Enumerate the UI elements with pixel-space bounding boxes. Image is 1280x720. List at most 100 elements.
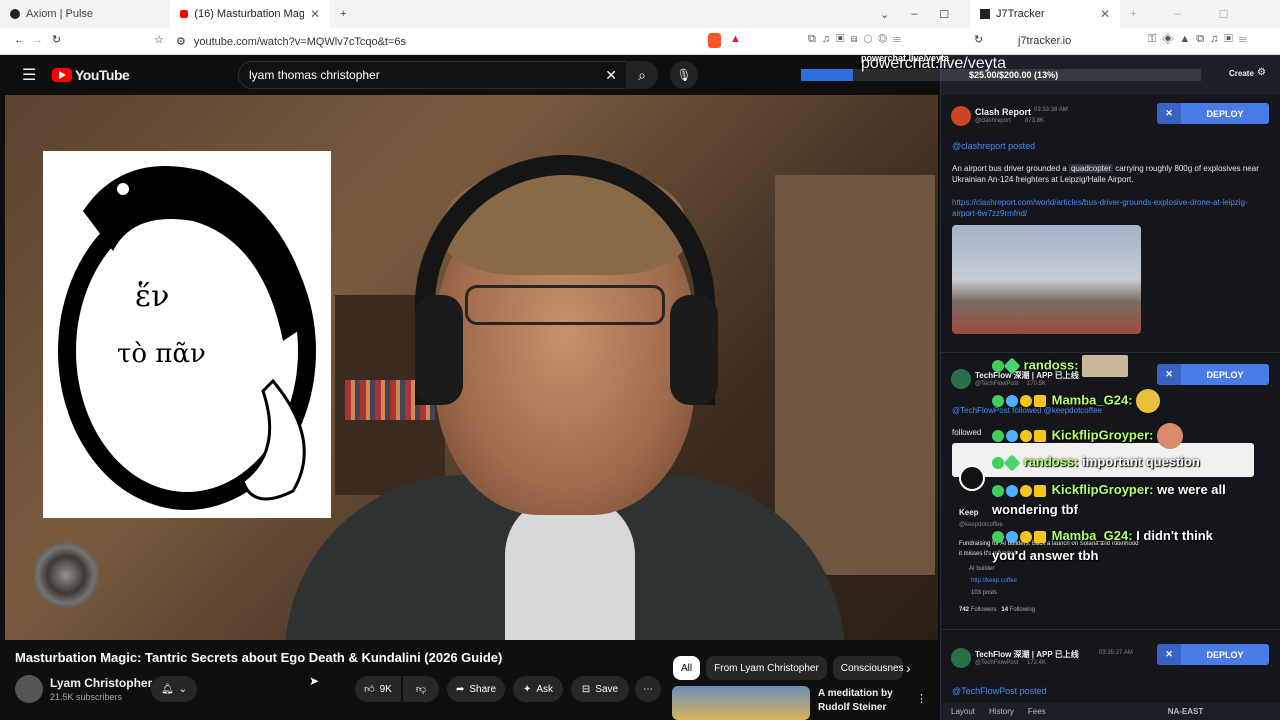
post-followers: 873.8K	[1025, 118, 1045, 124]
subscriber-count: 21.5K subscribers	[50, 692, 123, 702]
post-handle: @TechFlowPost	[975, 381, 1019, 387]
maximize-icon[interactable]: ☐	[939, 8, 949, 21]
save-button[interactable]: ⊟ Save	[571, 676, 629, 702]
mod-icon	[992, 360, 1004, 372]
like-button[interactable]: 👍︎ 9K	[355, 676, 401, 702]
more-icon: ⋯	[643, 683, 653, 695]
chat-message: KickflipGroyper: we were all	[992, 482, 1226, 497]
layout-tab[interactable]: Layout	[951, 707, 975, 716]
channel-row: Lyam Christopher 21.5K subscribers 🔔︎ ⌄ 👍…	[15, 674, 675, 704]
j7tracker-panel: powerchat.live/veyta powerchat.live/veyt…	[801, 53, 1280, 720]
search-button[interactable]: ⌕	[626, 61, 658, 89]
deploy-button[interactable]: ✕ DEPLOY	[1157, 103, 1269, 124]
clear-search-icon[interactable]: ✕	[605, 67, 617, 84]
budget-text: $25.00/$200.00 (13%)	[969, 70, 1059, 80]
more-actions-button[interactable]: ⋯	[635, 676, 661, 702]
recommended-title-2: Rudolf Steiner	[818, 702, 887, 713]
history-tab[interactable]: History	[989, 707, 1014, 716]
deploy-label: DEPLOY	[1206, 108, 1244, 119]
tab-axiom-label: Axiom | Pulse	[26, 8, 94, 20]
ask-button[interactable]: ✦ Ask	[513, 676, 563, 702]
dislike-button[interactable]: 👎︎	[403, 676, 439, 702]
deploy-label: DEPLOY	[1206, 369, 1244, 380]
fees-tab[interactable]: Fees	[1028, 707, 1046, 716]
close-icon[interactable]: ✕	[1157, 364, 1181, 385]
youtube-wordmark: YouTube	[75, 67, 130, 83]
reload-icon[interactable]: ↻	[52, 33, 61, 46]
more-icon[interactable]: ⋮	[916, 692, 927, 705]
maximize-icon[interactable]: ☐	[1219, 8, 1229, 21]
window-controls-left: ⌄ – ☐	[870, 0, 970, 28]
deploy-button[interactable]: ✕ DEPLOY	[1157, 644, 1269, 665]
minimize-icon[interactable]: –	[1174, 8, 1180, 20]
close-icon[interactable]: ✕	[1157, 644, 1181, 665]
post-link[interactable]: https://clashreport.com/world/articles/b…	[952, 197, 1262, 219]
share-button[interactable]: ➦ Share	[447, 676, 505, 702]
voice-search-button[interactable]: 🎙	[670, 61, 698, 89]
brave-shield-icon[interactable]	[708, 33, 721, 48]
video-player[interactable]: ἕν τὸ πᾶν	[5, 95, 938, 640]
minimize-icon[interactable]: –	[911, 8, 917, 20]
j7-icon	[980, 9, 990, 19]
new-tab-icon[interactable]: +	[1130, 8, 1136, 20]
badge-icon	[1020, 484, 1032, 497]
url-text: youtube.com/watch?v=MQWlv7cTcqo&t=6s	[193, 35, 407, 48]
recommended-title-1: A meditation by	[818, 688, 893, 699]
address-bar: ← → ↻ ☆ ⚙ youtube.com/watch?v=MQWlv7cTcq…	[0, 28, 1280, 55]
notification-bell-button[interactable]: 🔔︎ ⌄	[151, 676, 197, 702]
close-icon[interactable]: ✕	[1157, 103, 1181, 124]
save-label: Save	[595, 683, 619, 695]
keep-link[interactable]: http://keep.coffee	[971, 576, 1017, 587]
url-text-right[interactable]: j7tracker.io	[1018, 35, 1071, 47]
microphone-icon: 🎙	[676, 68, 692, 82]
tab-j7tracker[interactable]: J7Tracker ✕	[970, 0, 1120, 28]
person-tshirt	[505, 495, 635, 640]
post-image[interactable]	[952, 225, 1141, 334]
channel-name[interactable]: Lyam Christopher	[50, 676, 152, 690]
new-tab-button[interactable]: +	[330, 0, 354, 28]
create-button[interactable]: Create	[1229, 69, 1254, 78]
tab-youtube[interactable]: (16) Masturbation Magic: Tant ✕	[170, 0, 330, 28]
bookmark-icon[interactable]: ☆	[154, 33, 164, 46]
url-field[interactable]: ⚙ youtube.com/watch?v=MQWlv7cTcqo&t=6s	[176, 32, 756, 51]
chat-text: I didn't think	[1136, 528, 1213, 543]
post-time: 03:35:27 AM	[1099, 650, 1133, 656]
diamond-icon	[1003, 357, 1021, 375]
chip-all[interactable]: All	[673, 656, 701, 680]
channel-avatar[interactable]	[15, 675, 43, 703]
ouroboros-text-2: τὸ πᾶν	[117, 339, 206, 369]
tab-j7tracker-label: J7Tracker	[996, 8, 1045, 20]
rewards-icon[interactable]: ▲	[730, 33, 741, 45]
chevron-down-icon[interactable]: ⌄	[880, 8, 889, 21]
crown-icon	[1034, 395, 1046, 407]
emote-icon	[1082, 355, 1129, 377]
keep-ai-builder: AI builder	[969, 566, 995, 572]
close-tab-icon[interactable]: ✕	[1100, 7, 1110, 21]
thumbs-up-icon: 👍︎	[364, 684, 375, 695]
back-icon[interactable]: ←	[14, 34, 25, 46]
close-tab-icon[interactable]: ✕	[310, 7, 320, 21]
chip-from-channel[interactable]: From Lyam Christopher	[706, 656, 827, 680]
deploy-label: DEPLOY	[1206, 649, 1244, 660]
search-input[interactable]: lyam thomas christopher ✕	[238, 61, 630, 89]
youtube-logo[interactable]: YouTube	[52, 67, 130, 83]
deploy-button[interactable]: ✕ DEPLOY	[1157, 364, 1269, 385]
mouse-cursor-icon: ➤	[309, 674, 320, 688]
ouroboros-drawing	[58, 166, 316, 510]
chip-consciousness[interactable]: Consciousnes	[832, 656, 903, 680]
settings-icon[interactable]: ⚙	[1257, 67, 1266, 78]
toolbar-right-icons[interactable]: ⚿◈▲⧉♫▣☰	[1148, 33, 1253, 46]
post-followers: 170.5K	[1027, 381, 1047, 387]
menu-icon[interactable]: ☰	[22, 65, 36, 85]
chips-next-icon[interactable]: ›	[906, 660, 911, 676]
keep-posts: 103 posts	[971, 590, 998, 596]
forward-icon[interactable]: →	[32, 34, 43, 46]
site-info-icon[interactable]: ⚙	[176, 35, 186, 48]
tab-axiom[interactable]: Axiom | Pulse	[0, 0, 170, 28]
channel-watermark-icon[interactable]	[33, 542, 99, 608]
reload-right-icon[interactable]: ↻	[974, 33, 983, 46]
tracker-post-clashreport: Clash Report 03:33:38 AM @clashreport 87…	[941, 97, 1280, 353]
extensions-icons[interactable]: ⧉♫▣⧈⬡◎☰	[808, 33, 907, 46]
recommended-thumbnail	[672, 686, 810, 720]
recommended-video[interactable]: A meditation by Rudolf Steiner ⋮	[672, 686, 927, 720]
